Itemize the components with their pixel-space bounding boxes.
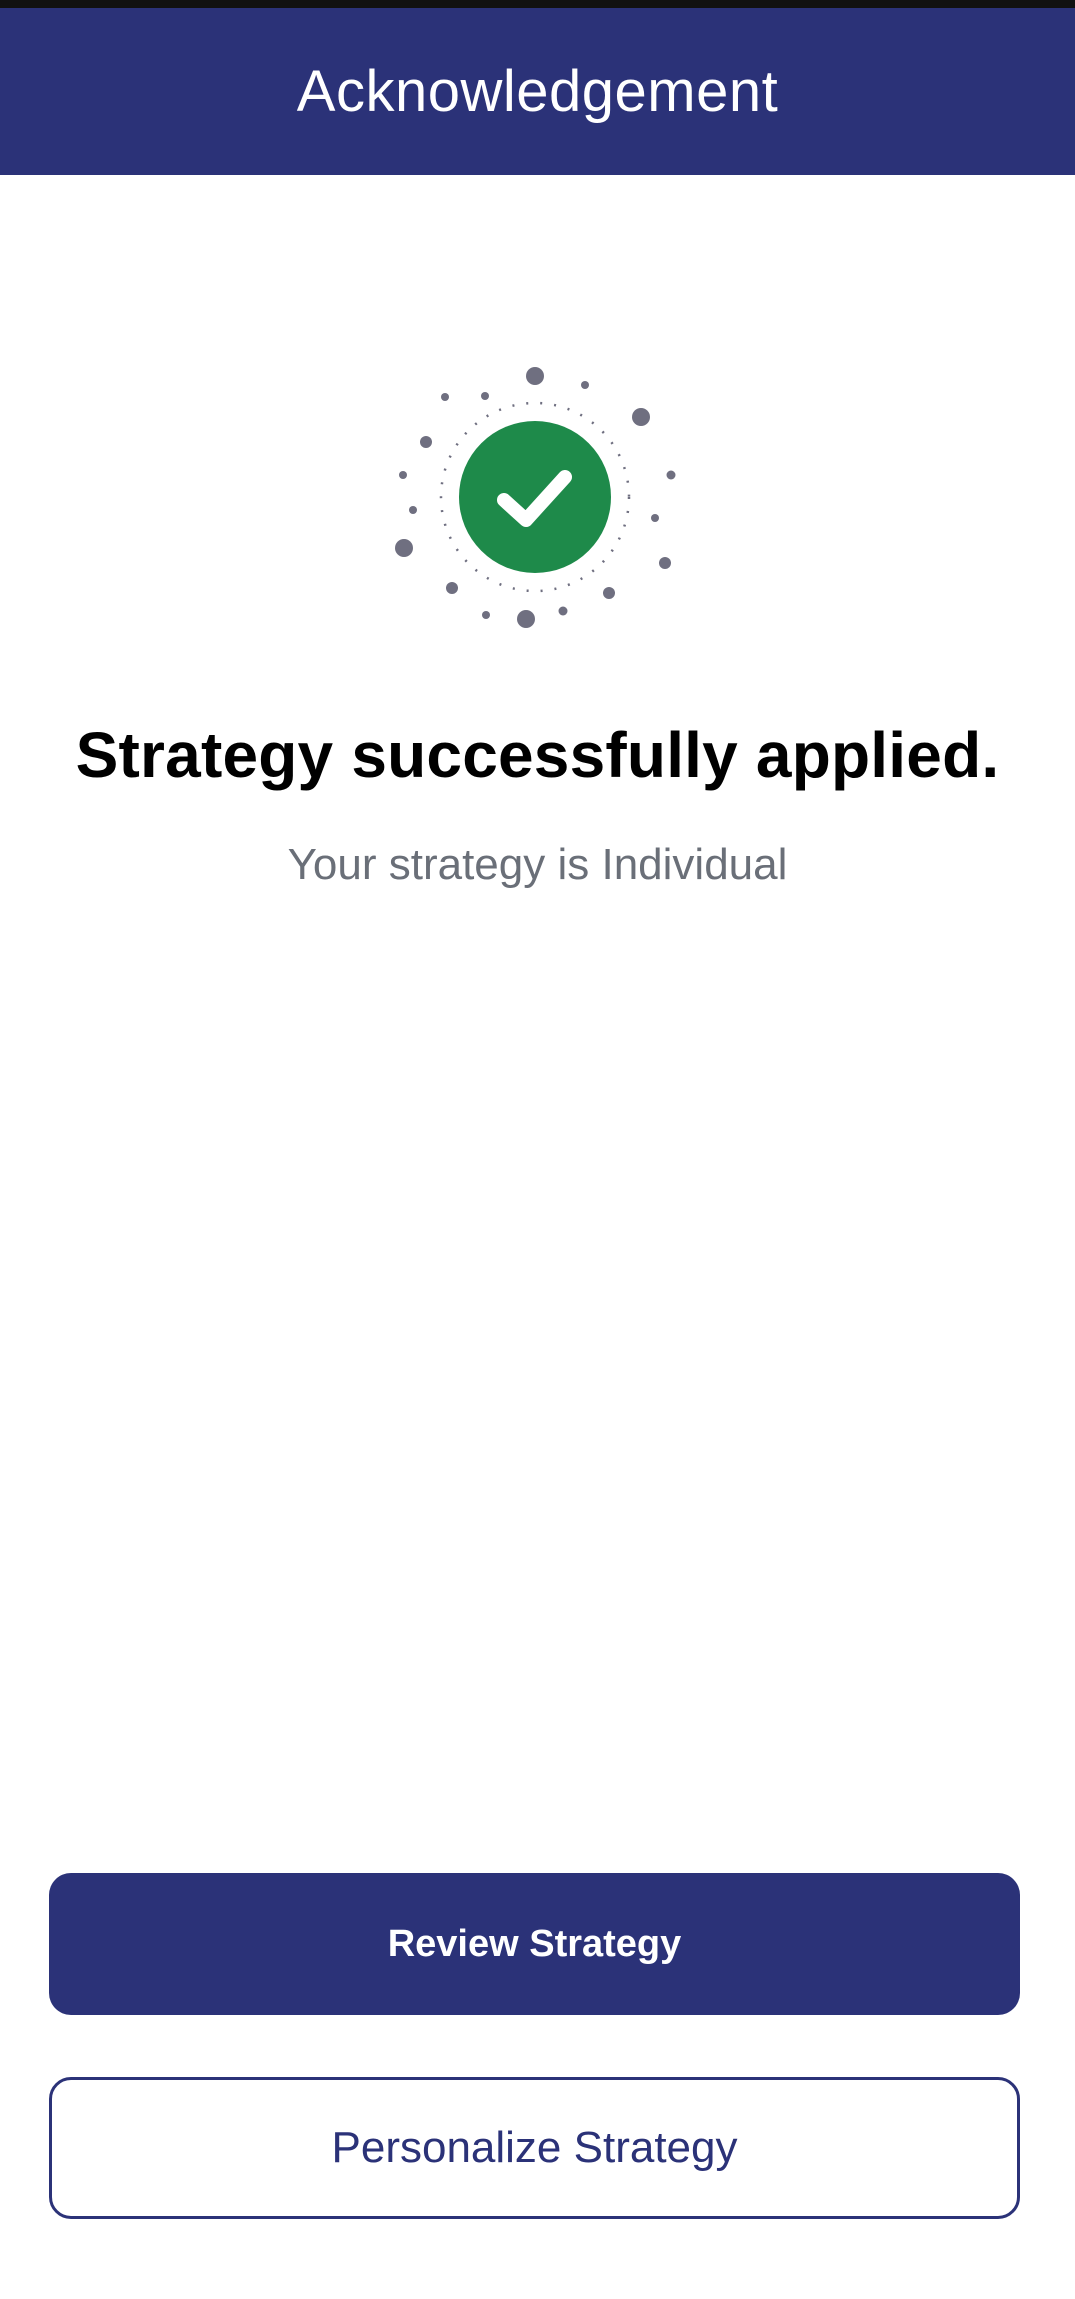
review-strategy-button[interactable]: Review Strategy	[49, 1873, 1020, 2015]
status-bar	[0, 0, 1075, 8]
strategy-subtitle: Your strategy is Individual	[287, 840, 788, 889]
success-illustration	[385, 355, 685, 635]
app-header: Acknowledgement	[0, 8, 1075, 175]
confetti-dots	[395, 367, 676, 628]
page-title: Acknowledgement	[296, 59, 779, 124]
check-circle-icon	[459, 421, 611, 573]
personalize-strategy-button[interactable]: Personalize Strategy	[49, 2077, 1020, 2219]
success-headline: Strategy successfully applied.	[75, 719, 1000, 791]
acknowledgement-screen: Acknowledgement Strategy successfully ap…	[0, 0, 1075, 2299]
